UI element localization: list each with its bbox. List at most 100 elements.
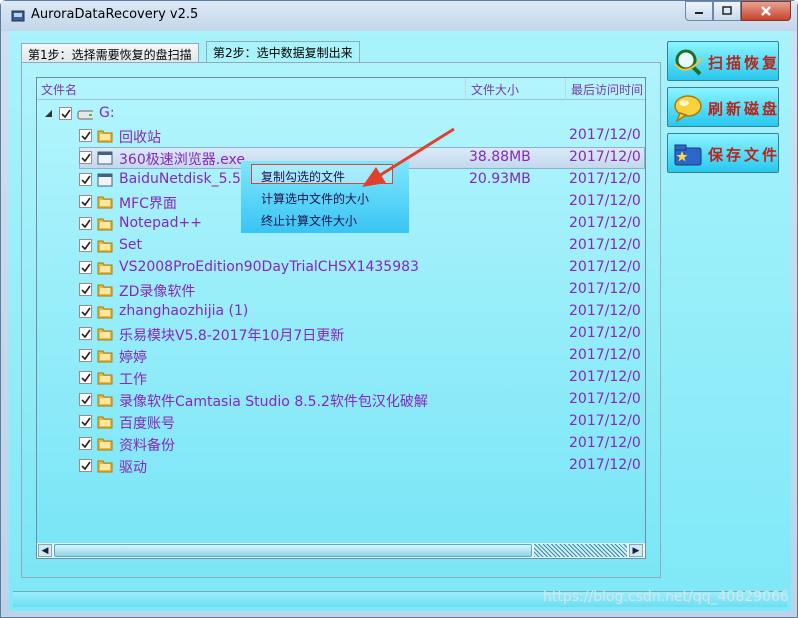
scan-recover-button[interactable]: 扫描恢复 (667, 41, 779, 81)
table-row[interactable]: 工作 2017/12/0 (37, 367, 645, 389)
checkmark-icon (80, 373, 91, 382)
menu-item-stop-calc[interactable]: 终止计算文件大小 (261, 212, 357, 229)
scroll-thumb[interactable] (54, 544, 532, 557)
checkmark-icon (80, 285, 91, 294)
checkmark-icon (80, 241, 91, 250)
row-checkbox[interactable] (79, 459, 92, 472)
save-file-button[interactable]: 保存文件 (667, 133, 779, 173)
folder-icon (97, 372, 113, 385)
refresh-disk-button[interactable]: 刷新磁盘 (667, 87, 779, 127)
file-size: 38.88MB (469, 149, 531, 165)
horizontal-scrollbar[interactable]: ◀ ▶ (37, 543, 645, 558)
tree-expand-icon[interactable] (45, 110, 52, 117)
file-time: 2017/12/0 (569, 391, 641, 407)
file-name: 360极速浏览器.exe (119, 152, 246, 168)
row-checkbox[interactable] (79, 305, 92, 318)
scroll-track[interactable] (534, 544, 627, 557)
file-list[interactable]: 文件名 文件大小 最后访问时间 G: 回收站 2017/12/0 360极速浏览器.… (36, 77, 646, 559)
close-button[interactable] (741, 1, 791, 21)
file-time: 2017/12/0 (569, 281, 641, 297)
folder-icon (97, 284, 113, 297)
row-checkbox[interactable] (79, 327, 92, 340)
table-row[interactable]: zhanghaozhijia (1) 2017/12/0 (37, 301, 645, 323)
checkmark-icon (80, 153, 91, 162)
scroll-right-button[interactable]: ▶ (629, 544, 643, 557)
file-time: 2017/12/0 (569, 259, 641, 275)
checkmark-icon (80, 219, 91, 228)
row-checkbox[interactable] (79, 217, 92, 230)
table-row[interactable]: 资料备份 2017/12/0 (37, 433, 645, 455)
checkmark-icon (80, 417, 91, 426)
folder-icon (97, 438, 113, 451)
file-name: BaiduNetdisk_5.5 (119, 171, 241, 187)
maximize-button[interactable] (713, 1, 741, 21)
file-name: 资料备份 (119, 438, 175, 454)
row-checkbox[interactable] (79, 261, 92, 274)
drive-label: G: (99, 105, 115, 121)
maximize-icon (722, 6, 732, 15)
row-checkbox[interactable] (79, 129, 92, 142)
table-row[interactable]: Set 2017/12/0 (37, 235, 645, 257)
arrow-left-icon: ◀ (41, 545, 49, 556)
folder-icon (97, 240, 113, 253)
file-name: 百度账号 (119, 416, 175, 432)
folder-icon (97, 218, 113, 231)
row-checkbox[interactable] (79, 283, 92, 296)
scroll-left-button[interactable]: ◀ (38, 544, 52, 557)
file-time: 2017/12/0 (569, 171, 641, 187)
file-time: 2017/12/0 (569, 215, 641, 231)
drive-checkbox[interactable] (59, 107, 72, 120)
row-checkbox[interactable] (79, 415, 92, 428)
table-row[interactable]: 乐易模块V5.8-2017年10月7日更新 2017/12/0 (37, 323, 645, 345)
row-checkbox[interactable] (79, 371, 92, 384)
checkmark-icon (80, 461, 91, 470)
drive-row[interactable]: G: (37, 103, 645, 125)
file-name: 驱动 (119, 460, 147, 476)
magnifier-icon (674, 49, 703, 76)
table-row[interactable]: VS2008ProEdition90DayTrialCHSX1435983 201… (37, 257, 645, 279)
table-row[interactable]: 百度账号 2017/12/0 (37, 411, 645, 433)
minimize-button[interactable] (685, 1, 713, 21)
client-area: 第1步：选择需要恢复的盘扫描 第2步：选中数据复制出来 文件名 文件大小 最后访… (9, 31, 791, 611)
column-header-name[interactable]: 文件名 (41, 81, 77, 98)
menu-item-copy-checked[interactable]: 复制勾选的文件 (261, 168, 345, 185)
file-time: 2017/12/0 (569, 413, 641, 429)
row-checkbox[interactable] (79, 239, 92, 252)
row-checkbox[interactable] (79, 349, 92, 362)
table-row[interactable]: 回收站 2017/12/0 (37, 125, 645, 147)
file-name: 工作 (119, 372, 147, 388)
checkmark-icon (80, 131, 91, 140)
checkmark-icon (80, 439, 91, 448)
table-row[interactable]: ZD录像软件 2017/12/0 (37, 279, 645, 301)
file-name: ZD录像软件 (119, 284, 196, 300)
executable-file-icon (97, 173, 113, 187)
row-checkbox[interactable] (79, 195, 92, 208)
file-name: zhanghaozhijia (1) (119, 303, 249, 319)
tab-copy-step[interactable]: 第2步：选中数据复制出来 (206, 41, 360, 63)
column-header-size[interactable]: 文件大小 (471, 81, 519, 98)
row-checkbox[interactable] (79, 393, 92, 406)
folder-icon (97, 350, 113, 363)
row-checkbox[interactable] (79, 173, 92, 186)
file-time: 2017/12/0 (569, 347, 641, 363)
folder-icon (97, 328, 113, 341)
file-time: 2017/12/0 (569, 193, 641, 209)
table-row[interactable]: 驱动 2017/12/0 (37, 455, 645, 477)
column-header-time[interactable]: 最后访问时间 (571, 81, 643, 98)
menu-item-calc-size[interactable]: 计算选中文件的大小 (261, 190, 369, 207)
folder-icon (97, 416, 113, 429)
title-bar[interactable]: AuroraDataRecovery v2.5 (1, 1, 797, 31)
row-checkbox[interactable] (79, 437, 92, 450)
table-row[interactable]: 录像软件Camtasia Studio 8.5.2软件包汉化破解 2017/12/… (37, 389, 645, 411)
tab-panel: 文件名 文件大小 最后访问时间 G: 回收站 2017/12/0 360极速浏览器.… (21, 62, 661, 578)
file-name: 录像软件Camtasia Studio 8.5.2软件包汉化破解 (119, 394, 428, 410)
table-row[interactable]: 婷婷 2017/12/0 (37, 345, 645, 367)
checkmark-icon (80, 197, 91, 206)
row-checkbox[interactable] (79, 151, 92, 164)
folder-icon (97, 262, 113, 275)
minimize-icon (695, 12, 703, 14)
file-time: 2017/12/0 (569, 149, 641, 165)
column-divider[interactable] (565, 78, 566, 100)
column-divider[interactable] (465, 78, 466, 100)
tab-scan-step[interactable]: 第1步：选择需要恢复的盘扫描 (21, 43, 199, 63)
